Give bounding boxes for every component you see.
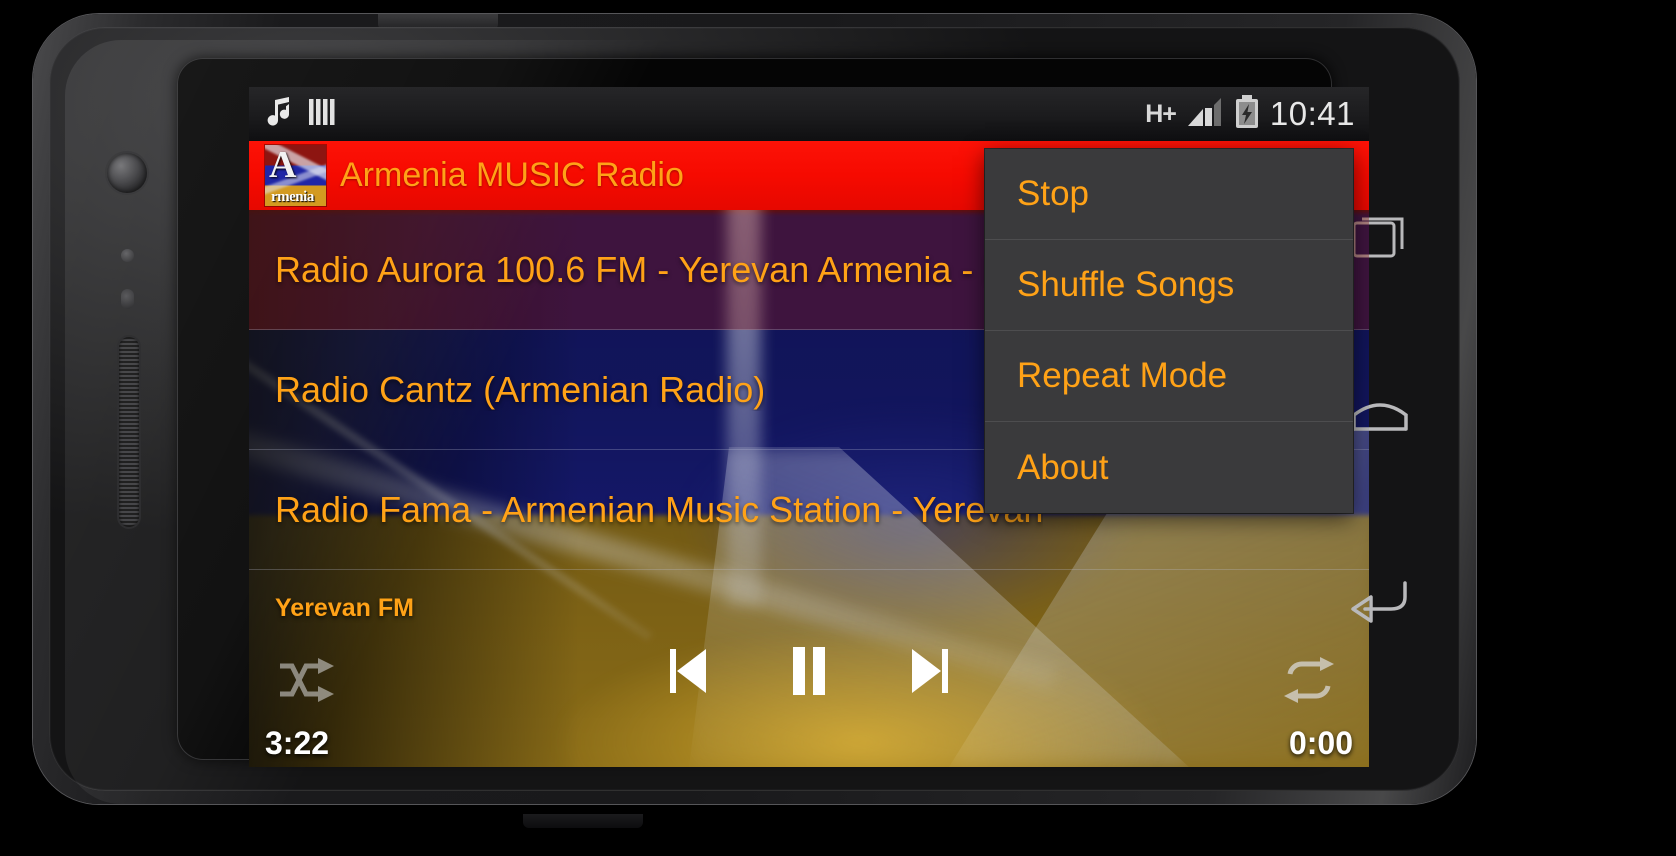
remaining-time: 0:00: [1288, 725, 1353, 761]
station-title: Radio Cantz (Armenian Radio): [275, 368, 766, 410]
repeat-icon: [1278, 656, 1340, 709]
notification-led: [121, 289, 134, 309]
pause-icon: [786, 643, 832, 704]
phone-bottom-nub: [523, 814, 643, 828]
station-title: Radio Aurora 100.6 FM - Yerevan Armenia …: [275, 248, 1048, 290]
menu-item-shuffle-songs[interactable]: Shuffle Songs: [985, 240, 1353, 331]
app-logo-letter: A: [269, 145, 297, 186]
app-logo-word: rmenia: [271, 189, 314, 205]
menu-item-about[interactable]: About: [985, 422, 1353, 513]
previous-button[interactable]: [664, 643, 712, 704]
status-bar-clock: 10:41: [1269, 95, 1355, 132]
phone-device-body: H+ 10:41 A rmenia Armenia MUSIC Radio Ra…: [33, 14, 1476, 828]
android-status-bar: H+ 10:41: [249, 87, 1369, 141]
network-type-label: H+: [1145, 99, 1177, 128]
station-title: Radio Fama - Armenian Music Station - Ye…: [275, 488, 1044, 530]
music-note-icon: [263, 96, 293, 133]
signal-bars-icon: [1186, 96, 1224, 133]
phone-front-panel: H+ 10:41 A rmenia Armenia MUSIC Radio Ra…: [49, 27, 1460, 804]
skip-next-icon: [906, 643, 954, 704]
equalizer-icon: [307, 97, 339, 132]
repeat-button[interactable]: [1271, 651, 1347, 713]
menu-item-label: About: [1017, 447, 1109, 487]
play-pause-button[interactable]: [786, 643, 832, 704]
app-logo-icon: A rmenia: [265, 145, 326, 206]
menu-item-stop[interactable]: Stop: [985, 149, 1353, 240]
front-camera: [107, 153, 147, 193]
overflow-popup-menu: Stop Shuffle Songs Repeat Mode About: [985, 149, 1353, 513]
next-button[interactable]: [906, 643, 954, 704]
proximity-sensor: [121, 249, 134, 262]
now-playing-subtitle: Yerevan FM: [275, 594, 414, 622]
time-labels: 3:22 0:00: [249, 725, 1369, 767]
app-title: Armenia MUSIC Radio: [340, 156, 684, 194]
transport-controls: [249, 637, 1369, 729]
now-playing-bar: Yerevan FM 3:22 0:00: [249, 594, 1369, 767]
menu-item-repeat-mode[interactable]: Repeat Mode: [985, 331, 1353, 422]
phone-screen: H+ 10:41 A rmenia Armenia MUSIC Radio Ra…: [249, 87, 1369, 767]
screenshot-root: H+ 10:41 A rmenia Armenia MUSIC Radio Ra…: [0, 0, 1676, 856]
battery-charging-icon: [1234, 94, 1260, 134]
menu-item-label: Shuffle Songs: [1017, 265, 1235, 304]
skip-previous-icon: [664, 643, 712, 704]
elapsed-time: 3:22: [265, 725, 330, 761]
menu-item-label: Stop: [1017, 174, 1089, 213]
menu-item-label: Repeat Mode: [1017, 356, 1228, 395]
earpiece-speaker-grille: [119, 337, 139, 527]
